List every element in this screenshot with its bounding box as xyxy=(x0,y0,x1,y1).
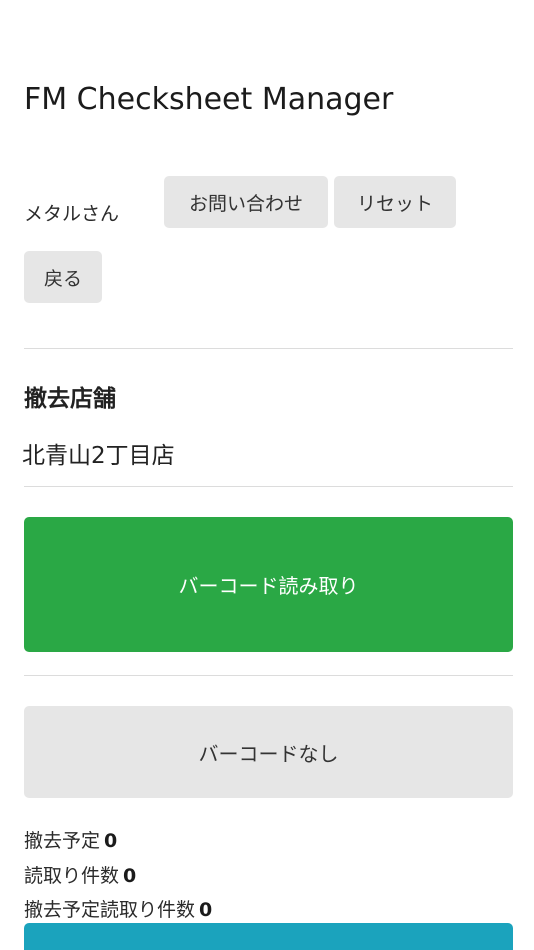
divider xyxy=(24,348,513,349)
removal-store-heading: 撤去店舗 xyxy=(24,386,116,412)
bottom-action-button[interactable] xyxy=(24,923,513,950)
app-title: FM Checksheet Manager xyxy=(24,82,394,117)
planned-removal-count: 0 xyxy=(104,830,118,852)
planned-read-count-stat: 撤去予定読取り件数 0 xyxy=(24,895,212,922)
store-name: 北青山2丁目店 xyxy=(22,443,175,469)
planned-read-count-value: 0 xyxy=(199,899,213,921)
contact-button[interactable]: お問い合わせ xyxy=(164,176,328,228)
user-name: メタルさん xyxy=(24,203,120,225)
read-count-value: 0 xyxy=(123,865,137,887)
read-count-label: 読取り件数 xyxy=(24,865,120,887)
divider xyxy=(24,486,513,487)
reset-button[interactable]: リセット xyxy=(334,176,456,228)
planned-read-count-label: 撤去予定読取り件数 xyxy=(24,899,196,921)
back-button[interactable]: 戻る xyxy=(24,251,102,303)
no-barcode-button[interactable]: バーコードなし xyxy=(24,706,513,798)
planned-removal-label: 撤去予定 xyxy=(24,830,101,852)
barcode-scan-button[interactable]: バーコード読み取り xyxy=(24,517,513,652)
read-count-stat: 読取り件数 0 xyxy=(24,861,136,888)
planned-removal-stat: 撤去予定 0 xyxy=(24,826,117,853)
divider xyxy=(24,675,513,676)
